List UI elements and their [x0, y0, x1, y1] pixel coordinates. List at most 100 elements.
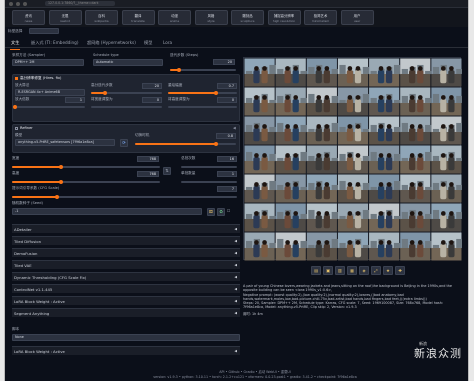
upscale-by-slider[interactable]: [13, 105, 85, 109]
gallery-thumbnail[interactable]: [244, 174, 276, 203]
quick-link-button[interactable]: 极简艺术 minimalism: [304, 10, 337, 25]
cfg-slider-knob[interactable]: [55, 195, 59, 199]
gallery-thumbnail[interactable]: [400, 87, 432, 116]
refiner-collapse-icon[interactable]: ◀: [233, 126, 236, 130]
address-bar[interactable]: 127.0.0.1:7860/?__theme=dark: [45, 1, 115, 6]
batch-count-slider[interactable]: [181, 166, 237, 168]
accordion-row[interactable]: LoRA Block Weight : Active ◀: [12, 296, 240, 305]
gallery-thumbnail[interactable]: [337, 203, 370, 232]
quick-link-button[interactable]: 资讯 news: [12, 10, 45, 25]
resize-height-slider[interactable]: [168, 106, 237, 108]
forward-icon[interactable]: [16, 2, 20, 6]
accordion-row[interactable]: ADetailer ◀: [12, 224, 240, 233]
gallery-thumbnail[interactable]: [306, 174, 338, 203]
reload-icon[interactable]: [23, 2, 27, 6]
zip-icon[interactable]: ▥: [335, 266, 345, 275]
save-icon[interactable]: ▣: [323, 266, 333, 275]
palette-icon[interactable]: ◈: [359, 266, 369, 275]
batch-count-input[interactable]: 16: [217, 156, 237, 162]
upscale-by-slider-knob[interactable]: [13, 105, 17, 109]
gallery-thumbnail[interactable]: [369, 145, 401, 174]
gallery-thumbnail[interactable]: [400, 232, 432, 261]
hires-steps-input[interactable]: 20: [142, 83, 162, 89]
quick-link-button[interactable]: 雕刻品 sculpture: [231, 10, 264, 25]
tab-embedding[interactable]: 嵌入式 (TI: Embedding): [31, 40, 78, 46]
gallery-thumbnail[interactable]: [306, 58, 338, 87]
gallery-thumbnail[interactable]: [400, 116, 432, 145]
denoise-input[interactable]: 0.7: [217, 83, 237, 89]
tab-checkpoints[interactable]: 模型: [144, 40, 152, 46]
back-icon[interactable]: [9, 2, 13, 6]
accordion-row[interactable]: Tiled Diffusion ◀: [12, 236, 240, 245]
batch-size-slider[interactable]: [181, 181, 237, 183]
width-slider-knob[interactable]: [58, 165, 63, 169]
gallery-thumbnail[interactable]: [369, 203, 401, 232]
quick-link-button[interactable]: 翻译 translate: [121, 10, 155, 25]
width-input[interactable]: 768: [137, 156, 159, 162]
gallery-thumbnail[interactable]: [275, 116, 307, 145]
quick-link-button[interactable]: 风格 style: [194, 10, 228, 25]
gallery-thumbnail[interactable]: [431, 116, 463, 145]
steps-input[interactable]: 20: [213, 59, 235, 65]
output-gallery[interactable]: [243, 57, 463, 261]
upscaler-select[interactable]: R-ESRGAN 4x+ Anime6B: [15, 89, 85, 96]
gallery-thumbnail[interactable]: [275, 232, 307, 261]
gallery-thumbnail[interactable]: [244, 58, 276, 87]
gallery-thumbnail[interactable]: [275, 58, 307, 87]
tab-lora[interactable]: Lora: [163, 40, 172, 45]
image-icon[interactable]: ▦: [347, 266, 357, 275]
quick-link-button[interactable]: 无限 rewind: [48, 10, 82, 25]
steps-slider-knob[interactable]: [176, 68, 181, 72]
refiner-switch-slider-knob[interactable]: [213, 142, 218, 146]
accordion-row[interactable]: DemoFusion ◀: [12, 248, 240, 257]
gallery-thumbnail[interactable]: [369, 87, 401, 116]
star-icon[interactable]: ★: [383, 266, 393, 275]
gallery-thumbnail[interactable]: [337, 87, 370, 116]
schedule-type-select[interactable]: Automatic: [93, 59, 163, 66]
accordion-row[interactable]: Tiled VAE ◀: [12, 260, 240, 269]
gallery-thumbnail[interactable]: [306, 232, 338, 261]
gallery-thumbnail[interactable]: [337, 116, 370, 145]
height-slider-knob[interactable]: [58, 180, 63, 184]
gallery-thumbnail[interactable]: [431, 203, 463, 232]
gallery-thumbnail[interactable]: [275, 174, 307, 203]
gallery-thumbnail[interactable]: [431, 174, 463, 203]
gallery-thumbnail[interactable]: [337, 145, 370, 174]
quick-link-button[interactable]: 用户 user: [340, 10, 374, 25]
script-select[interactable]: None: [12, 334, 240, 341]
plus-icon[interactable]: ✚: [395, 266, 405, 275]
gallery-thumbnail[interactable]: [369, 58, 401, 87]
folder-icon[interactable]: ▤: [311, 266, 321, 275]
cfg-slider[interactable]: [12, 195, 237, 199]
cfg-input[interactable]: 7: [217, 186, 237, 192]
gallery-thumbnail[interactable]: [244, 145, 276, 174]
recycle-icon[interactable]: ♻: [217, 208, 225, 216]
gallery-thumbnail[interactable]: [306, 145, 338, 174]
accordion-row[interactable]: Segment Anything ◀: [12, 308, 240, 317]
gallery-thumbnail[interactable]: [431, 58, 463, 87]
gallery-thumbnail[interactable]: [400, 174, 432, 203]
gallery-thumbnail[interactable]: [369, 232, 401, 261]
hires-fix-checkbox[interactable]: [15, 76, 18, 80]
footer-links[interactable]: API • Github • Gradio • 启动 WebUI • 重载UI: [155, 369, 355, 374]
gallery-thumbnail[interactable]: [275, 203, 307, 232]
gallery-thumbnail[interactable]: [275, 145, 307, 174]
refiner-model-select[interactable]: anything-v5-PrtRE_safetensors [7f96a1e8c…: [15, 139, 115, 146]
gallery-thumbnail[interactable]: [400, 58, 432, 87]
gallery-thumbnail[interactable]: [244, 87, 276, 116]
checkpoint-select[interactable]: [29, 28, 59, 34]
gallery-thumbnail[interactable]: [337, 232, 370, 261]
gallery-thumbnail[interactable]: [369, 116, 401, 145]
resize-height-input[interactable]: 0: [217, 97, 237, 103]
height-input[interactable]: 768: [137, 171, 159, 177]
refiner-switch-input[interactable]: 0.8: [216, 133, 236, 139]
quick-link-button[interactable]: 百科 wikipedia: [85, 10, 118, 25]
gallery-thumbnail[interactable]: [275, 87, 307, 116]
gallery-thumbnail[interactable]: [369, 174, 401, 203]
upscale-by-input[interactable]: 1: [65, 97, 85, 103]
seed-input[interactable]: -1: [12, 208, 202, 215]
accordion-row[interactable]: Dynamic Thresholding (CFG Scale Fix) ◀: [12, 272, 240, 281]
quick-link-button[interactable]: 捕捉高分辨率 high resolution: [267, 10, 301, 25]
gallery-thumbnail[interactable]: [400, 203, 432, 232]
dice-icon[interactable]: ⚄: [207, 208, 215, 216]
